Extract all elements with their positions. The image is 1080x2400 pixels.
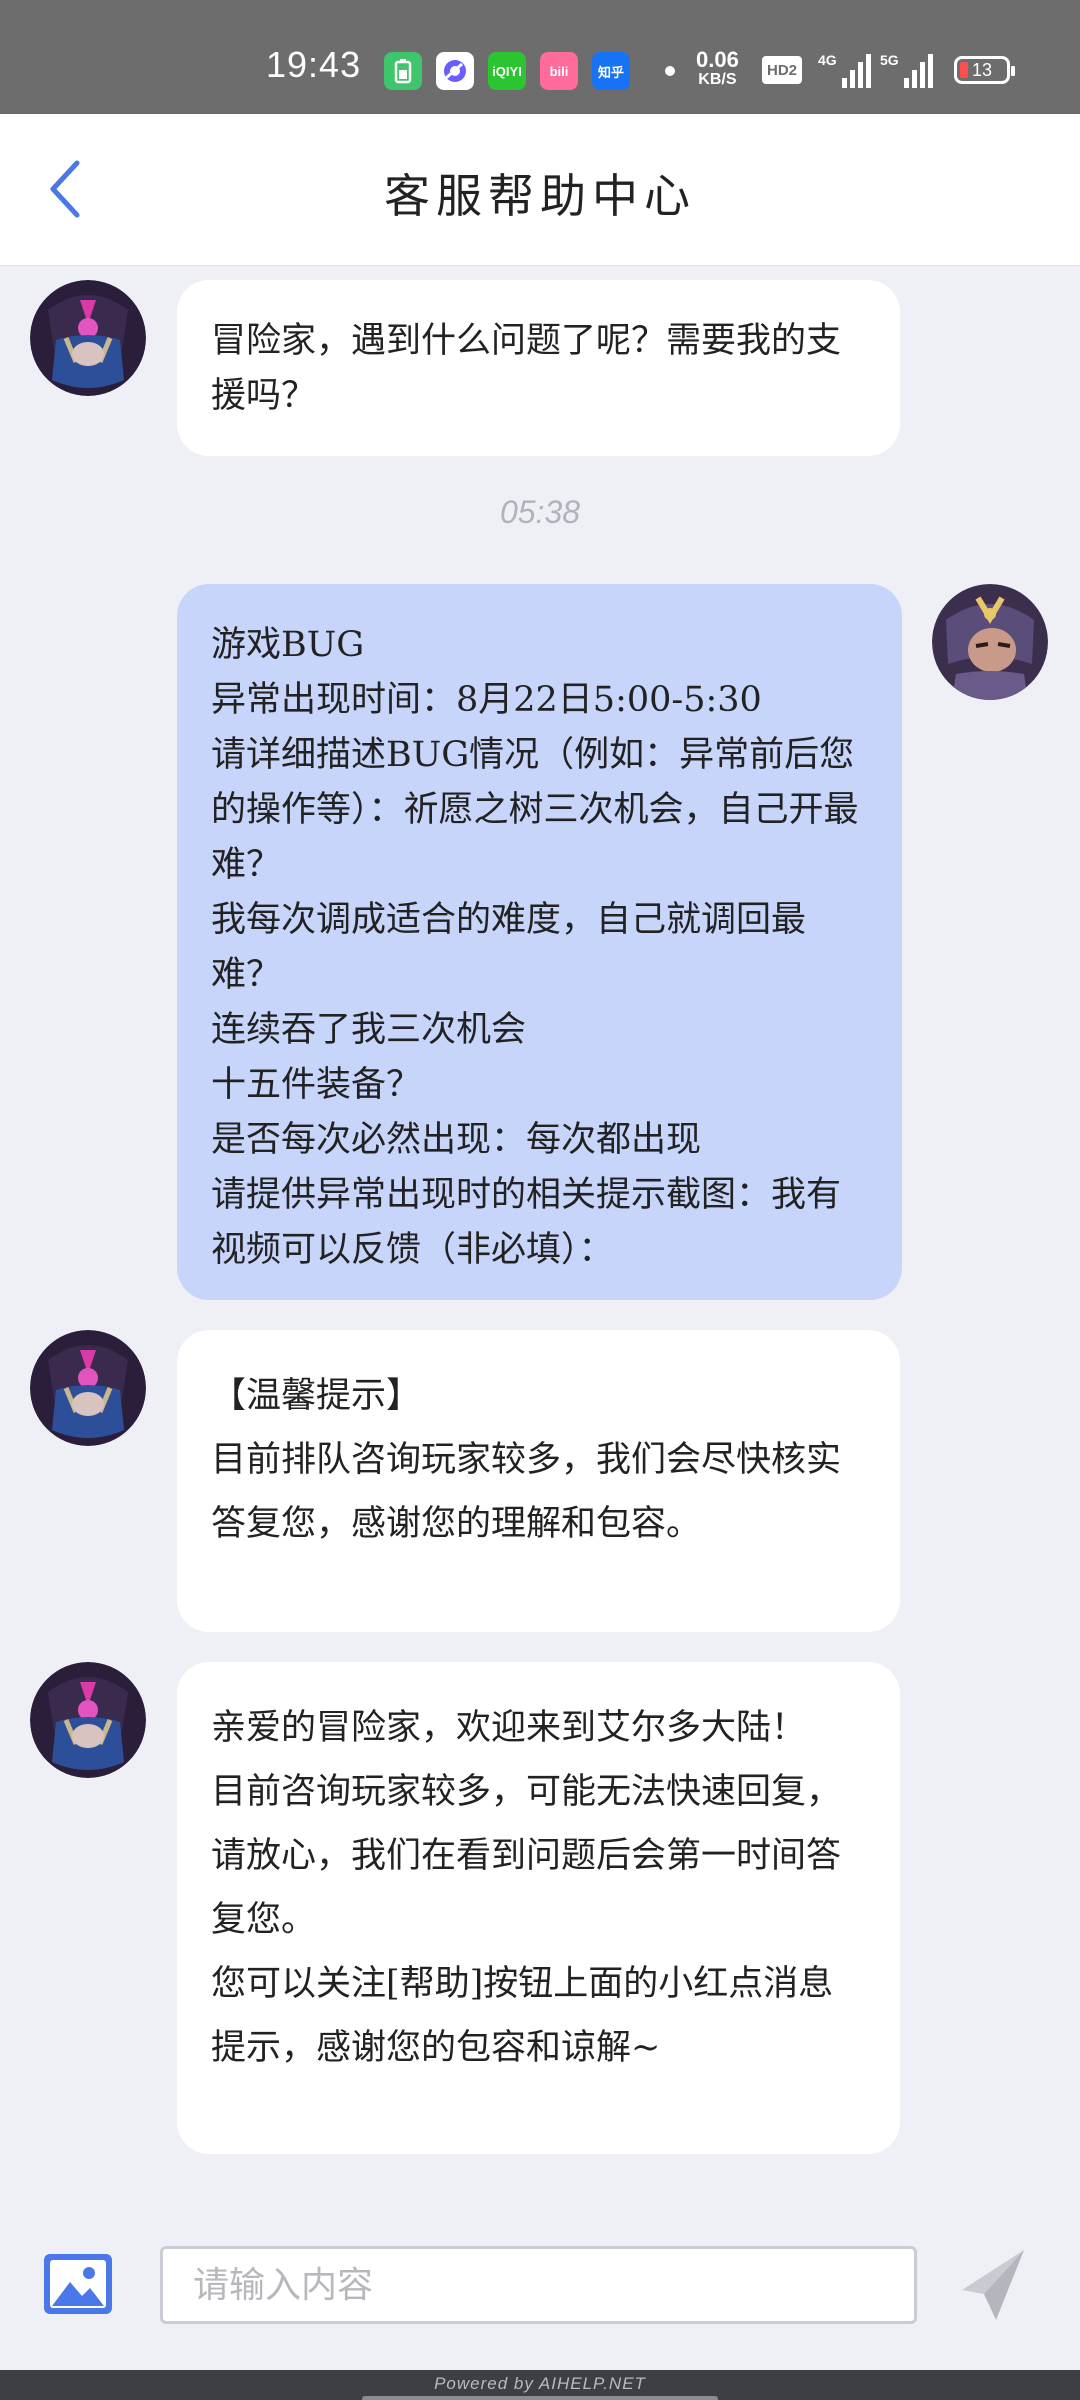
agent-avatar[interactable]: [30, 280, 146, 396]
message-input[interactable]: [160, 2246, 917, 2324]
agent-message: 亲爱的冒险家，欢迎来到艾尔多大陆！ 目前咨询玩家较多，可能无法快速回复，请放心，…: [177, 1662, 900, 2154]
agent-message: 【温馨提示】 目前排队咨询玩家较多，我们会尽快核实答复您，感谢您的理解和包容。: [177, 1330, 900, 1632]
signal-5g-label: 5G: [880, 52, 899, 68]
iqiyi-app-icon: iQIYI: [488, 52, 526, 90]
header: 客服帮助中心: [0, 114, 1080, 266]
bilibili-app-icon: bili: [540, 52, 578, 90]
notification-dot-icon: [665, 66, 675, 76]
signal-4g-icon: 4G: [818, 52, 871, 88]
network-speed: 0.06 KB/S: [696, 47, 739, 90]
input-bar: [0, 2200, 1080, 2370]
status-time: 19:43: [266, 44, 362, 85]
battery-saver-app-icon: [384, 52, 422, 90]
user-message: 游戏BUG 异常出现时间：8月22日5:00-5:30 请详细描述BUG情况（例…: [177, 584, 902, 1300]
send-button[interactable]: [960, 2248, 1026, 2322]
agent-message: 冒险家，遇到什么问题了呢？需要我的支援吗？: [177, 280, 900, 456]
chat-list[interactable]: 冒险家，遇到什么问题了呢？需要我的支援吗？ 05:38 游戏BUG 异常出现时间…: [0, 266, 1080, 2200]
user-avatar[interactable]: [932, 584, 1048, 700]
status-bar: 19:43 iQIYI bili 知乎 0.06 KB/S HD2 4G 5G …: [0, 0, 1080, 114]
battery-icon: 13: [954, 56, 1015, 84]
network-speed-value: 0.06: [696, 47, 739, 72]
zhihu-app-icon: 知乎: [592, 52, 630, 90]
home-indicator[interactable]: [362, 2396, 718, 2400]
network-speed-unit: KB/S: [698, 71, 737, 88]
hd-voice-icon: HD2: [762, 56, 802, 84]
agent-avatar[interactable]: [30, 1662, 146, 1778]
signal-4g-label: 4G: [818, 52, 837, 68]
footer: Powered by AIHELP.NET: [0, 2370, 1080, 2400]
agent-avatar[interactable]: [30, 1330, 146, 1446]
signal-5g-icon: 5G: [880, 52, 933, 88]
browser-app-icon: [436, 52, 474, 90]
message-timestamp: 05:38: [499, 494, 581, 530]
page-title: 客服帮助中心: [384, 169, 696, 223]
powered-by-text: Powered by AIHELP.NET: [434, 2374, 646, 2393]
image-upload-button[interactable]: [44, 2254, 112, 2314]
battery-level: 13: [971, 59, 993, 80]
image-icon: [44, 2254, 112, 2314]
send-icon: [962, 2250, 1024, 2320]
